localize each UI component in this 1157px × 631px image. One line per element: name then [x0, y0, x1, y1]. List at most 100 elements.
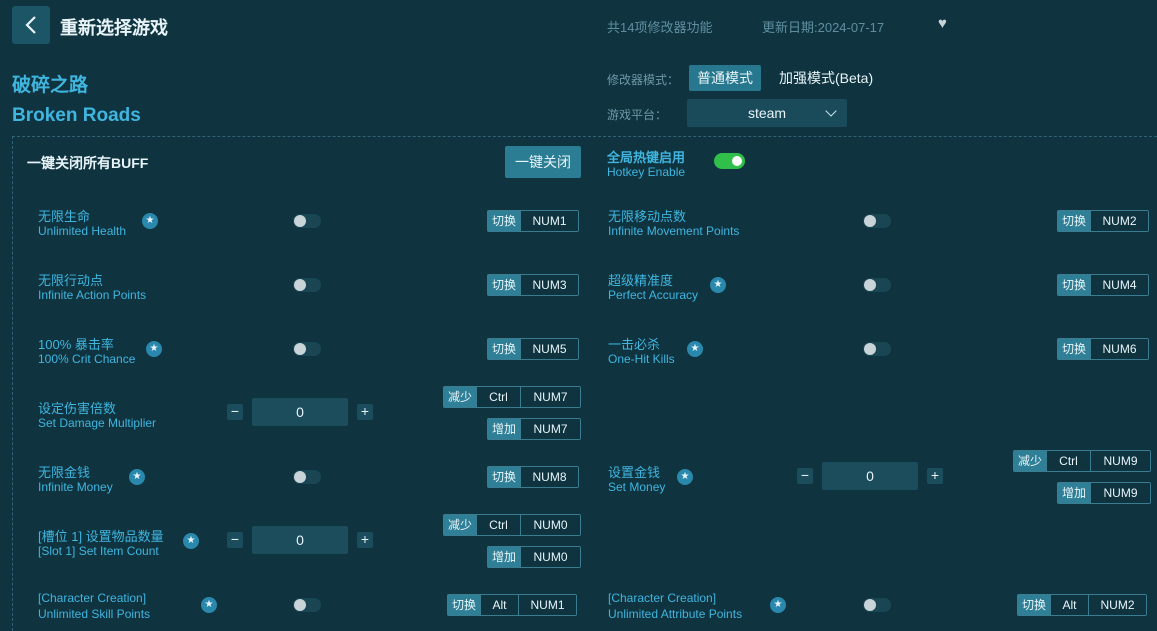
feature-toggle[interactable]	[293, 214, 321, 228]
feature-label-en: Infinite Action Points	[38, 288, 147, 302]
normal-mode-button[interactable]: 普通模式	[689, 65, 761, 91]
mode-label: 修改器模式：	[607, 73, 680, 87]
hotkey-group[interactable]: 切换 NUM8	[487, 466, 580, 488]
decrease-key-label: 减少	[1014, 451, 1047, 471]
key-cap: NUM6	[1090, 339, 1149, 359]
feature-label-cn: 无限生命	[38, 209, 91, 224]
toggle-key-label: 切换	[488, 467, 521, 487]
increase-key-label: 增加	[1058, 483, 1091, 503]
chevron-down-icon	[825, 105, 837, 117]
feature-toggle[interactable]	[293, 278, 321, 292]
increment-button[interactable]: +	[927, 468, 943, 484]
increment-button[interactable]: +	[357, 532, 373, 548]
feature-label-en: Infinite Movement Points	[608, 224, 740, 238]
heart-icon[interactable]: ♥	[938, 15, 947, 32]
decrement-button[interactable]: −	[227, 404, 243, 420]
key-cap: NUM0	[520, 547, 581, 567]
star-icon: ★	[146, 341, 162, 357]
hotkey-group[interactable]: 切换 NUM4	[1057, 274, 1150, 296]
feature-toggle[interactable]	[863, 214, 891, 228]
feature-label-cn: 设置金钱	[608, 465, 661, 480]
platform-value: steam	[747, 105, 787, 121]
platform-label: 游戏平台：	[607, 108, 668, 122]
key-cap: NUM2	[1088, 595, 1147, 615]
feature-label-en: Unlimited Skill Points	[38, 607, 151, 621]
star-icon: ★	[710, 277, 726, 293]
feature-label-cn: 100% 暴击率	[38, 337, 114, 352]
feature-label-en: Set Damage Multiplier	[38, 416, 157, 430]
platform-select[interactable]: steam	[687, 99, 847, 127]
feature-toggle[interactable]	[863, 342, 891, 356]
increase-hotkey-group[interactable]: 增加 NUM0	[487, 546, 582, 568]
key-cap: NUM1	[518, 595, 577, 615]
hotkey-toggle[interactable]	[714, 153, 745, 169]
toggle-key-label: 切换	[448, 595, 481, 615]
close-all-button[interactable]: 一键关闭	[505, 146, 581, 178]
toggle-key-label: 切换	[488, 339, 521, 359]
decrement-button[interactable]: −	[227, 532, 243, 548]
decrease-key-label: 减少	[444, 515, 477, 535]
decrease-hotkey-group[interactable]: 减少 Ctrl NUM7	[443, 386, 582, 408]
key-cap: NUM1	[520, 211, 579, 231]
hotkey-label-cn: 全局热键启用	[607, 150, 686, 165]
key-cap: NUM2	[1090, 211, 1149, 231]
feature-toggle[interactable]	[293, 598, 321, 612]
decrement-button[interactable]: −	[797, 468, 813, 484]
feature-label-cn: [Character Creation]	[38, 591, 147, 605]
decrease-hotkey-group[interactable]: 减少 Ctrl NUM9	[1013, 450, 1152, 472]
enhanced-mode-button[interactable]: 加强模式(Beta)	[771, 65, 881, 91]
feature-toggle[interactable]	[863, 278, 891, 292]
star-icon: ★	[687, 341, 703, 357]
star-icon: ★	[129, 469, 145, 485]
increment-button[interactable]: +	[357, 404, 373, 420]
feature-label-en: Unlimited Health	[38, 224, 127, 238]
feature-label-en: [Slot 1] Set Item Count	[38, 544, 159, 558]
decrease-hotkey-group[interactable]: 减少 Ctrl NUM0	[443, 514, 582, 536]
key-cap: NUM3	[520, 275, 579, 295]
feature-label-cn: 超级精准度	[608, 273, 674, 288]
feature-label-cn: 无限行动点	[38, 273, 104, 288]
star-icon: ★	[770, 597, 786, 613]
increase-key-label: 增加	[488, 547, 521, 567]
key-cap: NUM9	[1090, 483, 1151, 503]
star-icon: ★	[142, 213, 158, 229]
key-cap: NUM4	[1090, 275, 1149, 295]
features-panel	[12, 136, 1157, 631]
value-input[interactable]: 0	[822, 462, 918, 490]
feature-label-en: Infinite Money	[38, 480, 113, 494]
feature-label-cn: 设定伤害倍数	[38, 401, 117, 416]
increase-key-label: 增加	[488, 419, 521, 439]
increase-hotkey-group[interactable]: 增加 NUM9	[1057, 482, 1152, 504]
hotkey-group[interactable]: 切换 Alt NUM2	[1017, 594, 1148, 616]
feature-label-en: 100% Crit Chance	[38, 352, 136, 366]
key-cap: Alt	[1050, 595, 1089, 615]
feature-label-en: Perfect Accuracy	[608, 288, 699, 302]
page-title: 重新选择游戏	[60, 18, 168, 38]
toggle-key-label: 切换	[1058, 211, 1091, 231]
increase-hotkey-group[interactable]: 增加 NUM7	[487, 418, 582, 440]
key-cap: NUM7	[520, 419, 581, 439]
value-input[interactable]: 0	[252, 526, 348, 554]
back-button[interactable]	[12, 6, 50, 44]
hotkey-group[interactable]: 切换 Alt NUM1	[447, 594, 578, 616]
hotkey-group[interactable]: 切换 NUM2	[1057, 210, 1150, 232]
feature-toggle[interactable]	[293, 470, 321, 484]
key-cap: Ctrl	[476, 515, 521, 535]
feature-label-cn: [Character Creation]	[608, 591, 717, 605]
key-cap: NUM8	[520, 467, 579, 487]
feature-label-cn: 无限金钱	[38, 465, 91, 480]
hotkey-group[interactable]: 切换 NUM6	[1057, 338, 1150, 360]
feature-toggle[interactable]	[863, 598, 891, 612]
game-name-cn: 破碎之路	[12, 75, 89, 96]
hotkey-group[interactable]: 切换 NUM1	[487, 210, 580, 232]
feature-toggle[interactable]	[293, 342, 321, 356]
feature-label-en: Set Money	[608, 480, 666, 494]
toggle-key-label: 切换	[1018, 595, 1051, 615]
value-input[interactable]: 0	[252, 398, 348, 426]
feature-label-cn: [槽位 1] 设置物品数量	[38, 529, 164, 544]
toggle-key-label: 切换	[488, 211, 521, 231]
hotkey-group[interactable]: 切换 NUM5	[487, 338, 580, 360]
feature-count: 共14项修改器功能	[607, 20, 713, 35]
star-icon: ★	[183, 533, 199, 549]
hotkey-group[interactable]: 切换 NUM3	[487, 274, 580, 296]
